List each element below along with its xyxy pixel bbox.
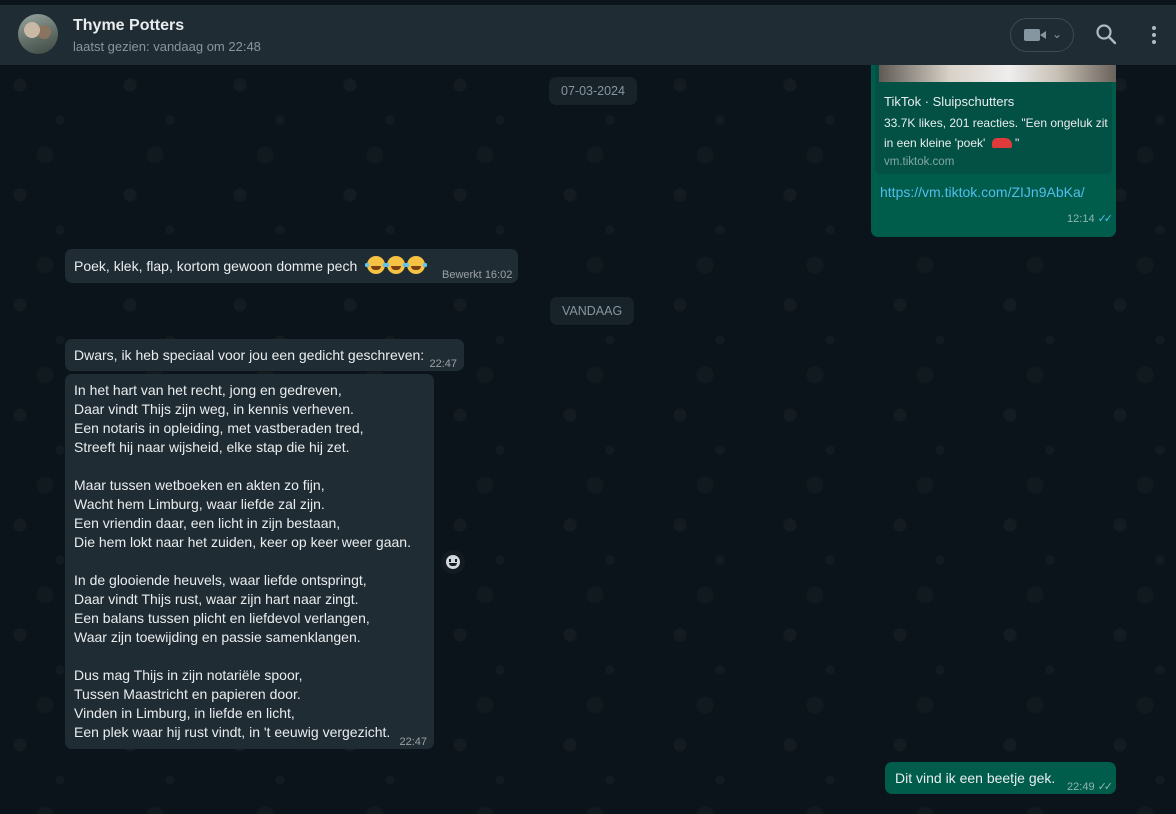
- link-preview-title: TikTok · Sluipschutters: [884, 94, 1015, 109]
- poem-line: In het hart van het recht, jong en gedre…: [74, 382, 342, 398]
- link-preview-description: 33.7K likes, 201 reacties. "Een ongeluk …: [884, 116, 1108, 150]
- date-separator: VANDAAG: [550, 297, 635, 325]
- message-text: Dit vind ik een beetje gek.: [895, 770, 1056, 786]
- poem-line: Maar tussen wetboeken en akten zo fijn,: [74, 477, 325, 493]
- link-preview-card[interactable]: TikTok · Sluipschutters 33.7K likes, 201…: [875, 65, 1116, 174]
- poem-line: In de glooiende heuvels, waar liefde ont…: [74, 572, 367, 588]
- poem-line: Waar zijn toewijding en passie samenklan…: [74, 629, 361, 645]
- message-time: 22:47: [429, 358, 457, 370]
- message-time: Bewerkt 16:02: [442, 269, 513, 281]
- poem-line: Een balans tussen plicht en liefdevol ve…: [74, 610, 370, 626]
- date-separator: 07-03-2024: [549, 77, 637, 105]
- read-receipt-icon: ✓✓: [1097, 213, 1114, 225]
- message-time: 22:49 ✓✓: [1067, 781, 1114, 793]
- laughing-emoji-group: [365, 256, 427, 276]
- laughing-emoji-icon: [365, 256, 387, 274]
- poem-line: Een notaris in opleiding, met vastberade…: [74, 420, 364, 436]
- chat-header[interactable]: Thyme Potters laatst gezien: vandaag om …: [0, 5, 1176, 65]
- read-receipt-icon: ✓✓: [1097, 781, 1114, 793]
- message-outgoing[interactable]: Dit vind ik een beetje gek. 22:49 ✓✓: [885, 762, 1116, 794]
- link-preview-image: [879, 65, 1116, 82]
- poem-line: [74, 457, 411, 476]
- poem-line: Streeft hij naar wijsheid, elke stap die…: [74, 439, 350, 455]
- poem-line: Daar vindt Thijs rust, waar zijn hart na…: [74, 591, 359, 607]
- contact-avatar[interactable]: [18, 14, 58, 54]
- smiley-icon: [446, 555, 460, 569]
- laughing-emoji-icon: [405, 256, 427, 274]
- poem-line: [74, 552, 411, 571]
- search-icon[interactable]: [1094, 22, 1118, 46]
- poem-line: Een vriendin daar, een licht in zijn bes…: [74, 515, 341, 531]
- message-incoming[interactable]: Dwars, ik heb speciaal voor jou een gedi…: [65, 339, 464, 371]
- react-emoji-button[interactable]: [441, 550, 465, 574]
- link-preview-domain: vm.tiktok.com: [884, 156, 955, 168]
- video-call-button[interactable]: ⌄: [1010, 18, 1074, 52]
- poem-line: Dus mag Thijs in zijn notariële spoor,: [74, 667, 303, 683]
- message-incoming-poem[interactable]: In het hart van het recht, jong en gedre…: [65, 374, 434, 749]
- contact-name[interactable]: Thyme Potters: [73, 17, 184, 35]
- poem-line: Die hem lokt naar het zuiden, keer op ke…: [74, 534, 411, 550]
- message-outgoing-link[interactable]: TikTok · Sluipschutters 33.7K likes, 201…: [871, 65, 1116, 237]
- chat-area[interactable]: TikTok · Sluipschutters 33.7K likes, 201…: [0, 65, 1176, 814]
- poem-line: Wacht hem Limburg, waar liefde zal zijn.: [74, 496, 325, 512]
- poem-line: [74, 647, 411, 666]
- car-emoji-icon: [991, 138, 1012, 148]
- poem-line: Daar vindt Thijs zijn weg, in kennis ver…: [74, 401, 354, 417]
- message-time: 12:14 ✓✓: [1067, 213, 1114, 225]
- message-text: Poek, klek, flap, kortom gewoon domme pe…: [74, 258, 358, 274]
- message-link-url[interactable]: https://vm.tiktok.com/ZIJn9AbKa/: [880, 183, 1085, 202]
- chevron-down-icon: ⌄: [1052, 27, 1063, 41]
- menu-icon[interactable]: [1146, 23, 1162, 47]
- message-time: 22:47: [399, 736, 427, 748]
- poem-line: Een plek waar hij rust vindt, in 't eeuw…: [74, 724, 391, 740]
- laughing-emoji-icon: [385, 256, 407, 274]
- poem-line: Vinden in Limburg, in liefde en licht,: [74, 705, 295, 721]
- message-incoming[interactable]: Poek, klek, flap, kortom gewoon domme pe…: [65, 249, 518, 283]
- poem-text: In het hart van het recht, jong en gedre…: [74, 381, 411, 742]
- message-text: Dwars, ik heb speciaal voor jou een gedi…: [74, 347, 425, 363]
- poem-line: Tussen Maastricht en papieren door.: [74, 686, 301, 702]
- contact-last-seen: laatst gezien: vandaag om 22:48: [73, 39, 261, 54]
- video-call-icon: [1024, 29, 1046, 41]
